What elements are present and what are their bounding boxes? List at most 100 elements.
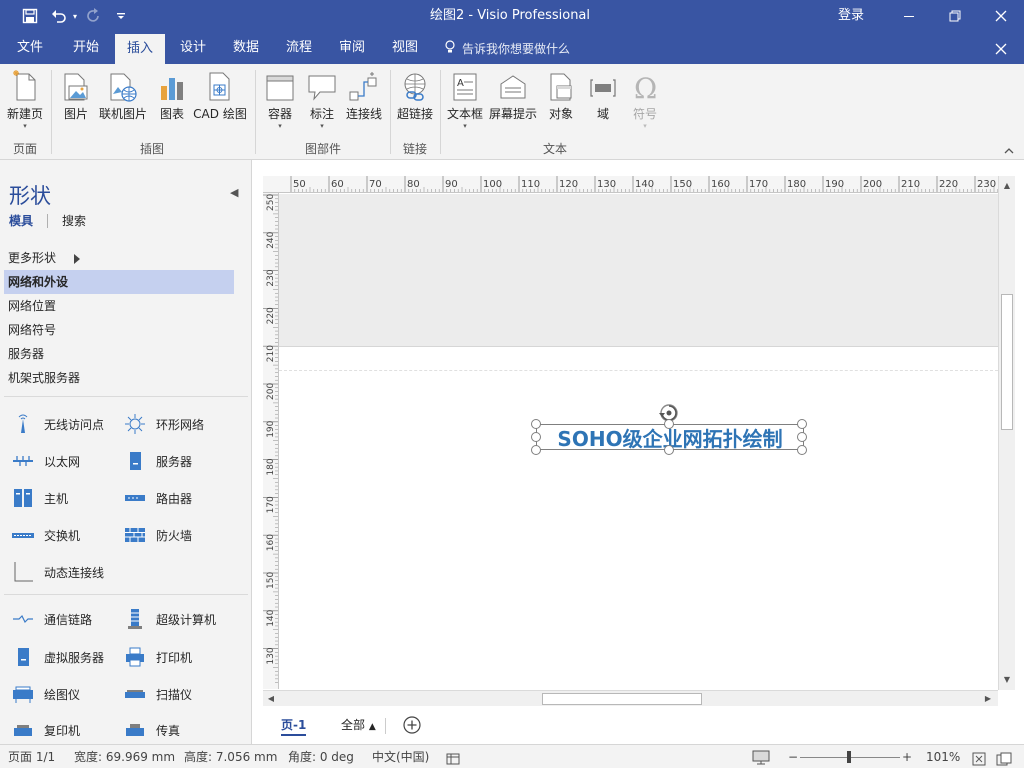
scroll-right-icon[interactable]: ▶ xyxy=(981,691,995,705)
connector-label: 连接线 xyxy=(345,107,382,121)
sign-in-link[interactable]: 登录 xyxy=(838,0,864,32)
presentation-mode-icon[interactable] xyxy=(752,749,770,765)
close-document-icon[interactable] xyxy=(990,38,1012,60)
redo-icon[interactable] xyxy=(84,0,104,32)
shape-dynamic-connector[interactable]: 动态连接线 xyxy=(10,559,104,585)
shape-printer[interactable]: 打印机 xyxy=(122,644,192,670)
switch-windows-icon[interactable] xyxy=(996,750,1012,766)
all-pages-tab[interactable]: 全部 ▲ xyxy=(341,714,376,736)
symbol-button[interactable]: Ω 符号 ▾ xyxy=(628,70,662,134)
stencil-servers[interactable]: 服务器 xyxy=(4,342,234,366)
resize-handle[interactable] xyxy=(797,419,807,429)
ruler-tick-label: 180 xyxy=(787,179,806,190)
resize-handle[interactable] xyxy=(664,419,674,429)
cad-drawing-button[interactable]: CAD 绘图 xyxy=(192,70,248,134)
tab-design[interactable]: 设计 xyxy=(169,32,217,64)
more-shapes-item[interactable]: 更多形状 xyxy=(4,246,234,270)
new-page-button[interactable]: 新建页 ▾ xyxy=(4,70,46,134)
horizontal-scroll-thumb[interactable] xyxy=(542,693,702,705)
container-button[interactable]: 容器 ▾ xyxy=(262,70,298,134)
shape-firewall[interactable]: 防火墙 xyxy=(122,522,192,548)
tab-home[interactable]: 开始 xyxy=(62,32,110,64)
scroll-up-icon[interactable]: ▲ xyxy=(1000,178,1014,192)
shape-fax[interactable]: 传真 xyxy=(122,718,180,736)
resize-handle[interactable] xyxy=(797,432,807,442)
undo-dropdown-icon[interactable]: ▾ xyxy=(70,0,80,32)
shape-router[interactable]: 路由器 xyxy=(122,485,192,511)
vertical-ruler[interactable]: 250 240 230 220 210 200 190 180 170 160 150 140 130 xyxy=(263,193,279,689)
shape-switch[interactable]: 交换机 xyxy=(10,522,80,548)
textbox-button[interactable]: A 文本框 ▾ xyxy=(446,70,484,134)
scroll-down-icon[interactable]: ▼ xyxy=(1000,672,1014,686)
zoom-out-icon[interactable]: − xyxy=(788,745,798,769)
zoom-in-icon[interactable]: + xyxy=(902,745,912,769)
chart-icon xyxy=(156,70,188,104)
tab-review[interactable]: 审阅 xyxy=(328,32,376,64)
fit-page-icon[interactable] xyxy=(972,750,986,766)
tab-process[interactable]: 流程 xyxy=(275,32,323,64)
page-tab-1[interactable]: 页-1 xyxy=(281,714,307,736)
shape-server[interactable]: 服务器 xyxy=(122,448,192,474)
customize-qat-icon[interactable] xyxy=(114,0,128,32)
callout-button[interactable]: 标注 ▾ xyxy=(306,70,338,134)
status-page[interactable]: 页面 1/1 xyxy=(8,745,55,769)
status-language[interactable]: 中文(中国) xyxy=(372,745,429,769)
tab-search[interactable]: 搜索 xyxy=(62,212,86,229)
undo-icon[interactable] xyxy=(48,0,70,32)
collapse-pane-icon[interactable]: ◀ xyxy=(230,186,238,199)
shape-mainframe[interactable]: 主机 xyxy=(10,485,68,511)
status-angle[interactable]: 角度: 0 deg xyxy=(288,745,354,769)
screentip-button[interactable]: 屏幕提示 xyxy=(488,70,538,134)
virtual-server-icon xyxy=(10,644,36,670)
shape-supercomputer[interactable]: 超级计算机 xyxy=(122,606,216,632)
macro-record-icon[interactable] xyxy=(446,750,460,765)
shape-comm-link[interactable]: 通信链路 xyxy=(10,606,92,632)
shape-scanner[interactable]: 扫描仪 xyxy=(122,681,192,707)
picture-button[interactable]: 图片 xyxy=(58,70,94,134)
status-height[interactable]: 高度: 7.056 mm xyxy=(184,745,277,769)
chart-button[interactable]: 图表 xyxy=(156,70,188,134)
shape-plotter[interactable]: 绘图仪 xyxy=(10,681,80,707)
vertical-scroll-thumb[interactable] xyxy=(1001,294,1013,430)
resize-handle[interactable] xyxy=(664,445,674,455)
save-icon[interactable] xyxy=(18,0,42,32)
tab-data[interactable]: 数据 xyxy=(222,32,270,64)
tab-stencils[interactable]: 模具 xyxy=(9,212,33,229)
drawing-page[interactable] xyxy=(279,346,998,690)
shape-copier[interactable]: 复印机 xyxy=(10,718,80,736)
resize-handle[interactable] xyxy=(797,445,807,455)
shape-ethernet[interactable]: 以太网 xyxy=(10,448,80,474)
shape-virtual-server[interactable]: 虚拟服务器 xyxy=(10,644,104,670)
tab-view[interactable]: 视图 xyxy=(381,32,429,64)
horizontal-ruler[interactable]: 50 60 70 80 90 100 110 120 130 140 150 160 170 180 190… xyxy=(263,176,998,193)
scroll-left-icon[interactable]: ◀ xyxy=(264,691,278,705)
field-button[interactable]: 域 xyxy=(586,70,620,134)
zoom-level[interactable]: 101% xyxy=(926,745,960,769)
stencil-network-peripherals[interactable]: 网络和外设 xyxy=(4,270,234,294)
shape-ring-network[interactable]: 环形网络 xyxy=(122,411,204,437)
resize-handle[interactable] xyxy=(531,445,541,455)
resize-handle[interactable] xyxy=(531,432,541,442)
tab-insert[interactable]: 插入 xyxy=(115,34,165,64)
shape-wireless-access-point[interactable]: 无线访问点 xyxy=(10,411,104,437)
close-icon[interactable] xyxy=(978,0,1024,32)
vertical-scrollbar[interactable]: ▲ ▼ xyxy=(998,176,1015,690)
object-button[interactable]: 对象 xyxy=(544,70,578,134)
drawing-area: 50 60 70 80 90 100 110 120 130 140 150 160 170 180 190… xyxy=(253,160,1024,744)
hyperlink-button[interactable]: 超链接 xyxy=(396,70,434,134)
zoom-slider-thumb[interactable] xyxy=(847,751,851,763)
add-page-icon[interactable] xyxy=(403,716,421,734)
tab-file[interactable]: 文件 xyxy=(6,32,54,64)
stencil-rack-servers[interactable]: 机架式服务器 xyxy=(4,366,234,390)
tell-me-box[interactable]: 告诉我你想要做什么 xyxy=(444,32,570,64)
minimize-icon[interactable] xyxy=(886,0,932,32)
online-picture-button[interactable]: 联机图片 xyxy=(98,70,148,134)
resize-handle[interactable] xyxy=(531,419,541,429)
connector-button[interactable]: 连接线 xyxy=(344,70,384,134)
stencil-network-symbols[interactable]: 网络符号 xyxy=(4,318,234,342)
stencil-network-locations[interactable]: 网络位置 xyxy=(4,294,234,318)
restore-icon[interactable] xyxy=(932,0,978,32)
status-width[interactable]: 宽度: 69.969 mm xyxy=(74,745,175,769)
collapse-ribbon-icon[interactable] xyxy=(1002,144,1016,158)
horizontal-scrollbar[interactable]: ◀ ▶ xyxy=(263,690,998,706)
